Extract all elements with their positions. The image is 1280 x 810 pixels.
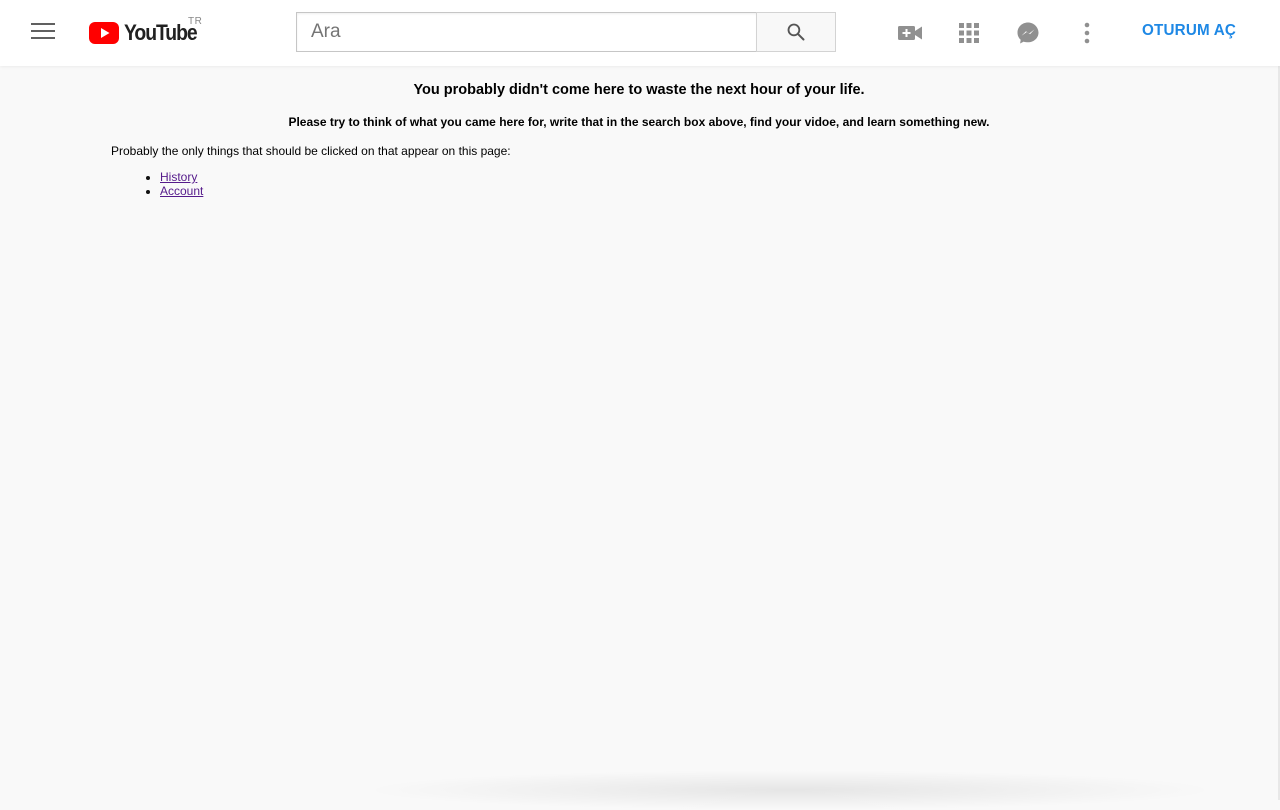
upload-video-button[interactable] bbox=[897, 20, 923, 46]
logo-region-label: TR bbox=[188, 16, 203, 27]
video-camera-plus-icon bbox=[898, 26, 922, 40]
logo-wordmark: YouTube bbox=[124, 20, 198, 45]
history-link[interactable]: History bbox=[160, 170, 197, 184]
more-vertical-icon bbox=[1084, 22, 1090, 44]
masthead: YouTube TR Ara OTURUM AÇ bbox=[0, 0, 1280, 66]
youtube-logo[interactable]: YouTube TR bbox=[89, 16, 206, 46]
page-headline: You probably didn't come here to waste t… bbox=[413, 82, 865, 98]
messages-button[interactable] bbox=[1015, 20, 1041, 46]
list-item: History bbox=[160, 170, 203, 184]
more-options-button[interactable] bbox=[1074, 20, 1100, 46]
search-input[interactable] bbox=[296, 12, 757, 52]
link-list: History Account bbox=[160, 170, 203, 198]
account-link[interactable]: Account bbox=[160, 184, 203, 198]
messages-icon bbox=[1017, 22, 1039, 44]
page-subline: Please try to think of what you came her… bbox=[288, 115, 990, 129]
search-icon bbox=[787, 23, 805, 41]
apps-grid-icon bbox=[959, 23, 979, 43]
signin-button[interactable]: OTURUM AÇ bbox=[1142, 22, 1236, 40]
intro-text: Probably the only things that should be … bbox=[111, 144, 511, 158]
search-button[interactable] bbox=[756, 12, 836, 52]
menu-icon[interactable] bbox=[31, 23, 55, 43]
apps-button[interactable] bbox=[956, 20, 982, 46]
youtube-play-icon bbox=[89, 22, 119, 44]
bottom-shadow bbox=[360, 770, 1220, 810]
list-item: Account bbox=[160, 184, 203, 198]
